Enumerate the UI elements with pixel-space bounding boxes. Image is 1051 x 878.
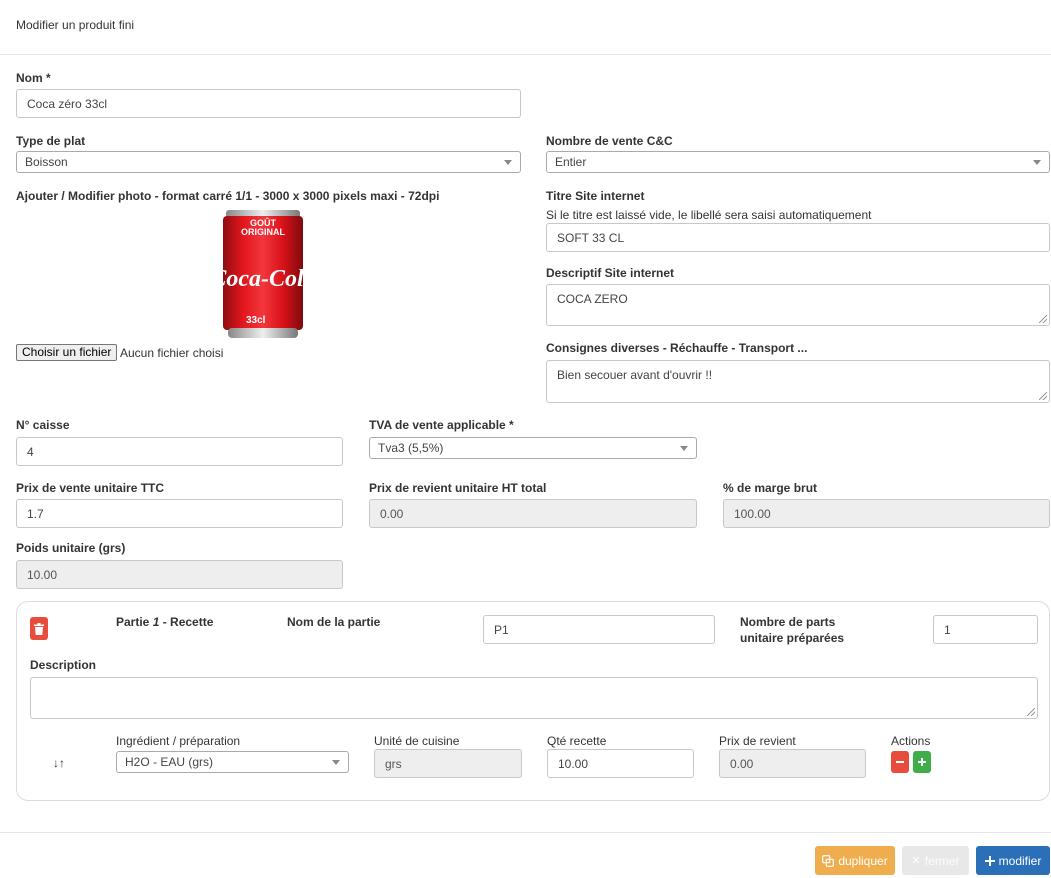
no-file-text: Aucun fichier choisi [120,346,224,360]
tva-label: TVA de vente applicable * [369,418,514,432]
fermer-button[interactable]: ✕ fermer [902,846,969,875]
descriptif-value: COCA ZERO [557,292,628,306]
remove-ingredient-button[interactable] [891,751,909,773]
titre-site-hint: Si le titre est laissé vide, le libellé … [546,208,872,222]
partie-nom-input[interactable]: P1 [483,615,715,644]
type-plat-value: Boisson [25,155,68,169]
titre-site-input[interactable]: SOFT 33 CL [546,223,1050,252]
caisse-input[interactable]: 4 [16,437,343,466]
prix-vente-label: Prix de vente unitaire TTC [16,481,165,495]
ingredient-value: H2O - EAU (grs) [125,755,214,769]
page-header: Modifier un produit fini [0,0,1051,55]
marge-field: 100.00 [723,499,1050,528]
partie-title: Partie 1 - Recette [116,615,214,629]
type-plat-select[interactable]: Boisson [16,151,521,173]
titre-site-label: Titre Site internet [546,189,645,203]
col-prix-label: Prix de revient [719,734,796,748]
product-photo: GOÛT ORIGINAL Coca-Cola 33cl [210,208,316,340]
photo-label: Ajouter / Modifier photo - format carré … [16,189,440,203]
footer-divider [0,832,1051,833]
minus-icon [896,761,904,763]
coca-can-image: GOÛT ORIGINAL Coca-Cola 33cl [210,210,316,338]
prix-revient-field: 0.00 [369,499,697,528]
col-qte-label: Qté recette [547,734,607,748]
resize-grip-icon [1039,315,1047,323]
chevron-down-icon [1033,160,1041,165]
nb-vente-select[interactable]: Entier [546,151,1050,173]
parts-label-1: Nombre de parts [740,615,836,629]
marge-label: % de marge brut [723,481,818,495]
dupliquer-button[interactable]: dupliquer [815,846,895,875]
col-actions-label: Actions [891,734,931,748]
nb-vente-value: Entier [555,155,587,169]
chevron-down-icon [504,160,512,165]
partie-nom-label: Nom de la partie [287,615,381,629]
modifier-label: modifier [998,853,1042,868]
type-plat-label: Type de plat [16,134,86,148]
add-ingredient-button[interactable] [913,751,931,773]
can-brand: Coca-Cola [220,266,306,292]
poids-label: Poids unitaire (grs) [16,541,126,555]
consignes-label: Consignes diverses - Réchauffe - Transpo… [546,341,808,355]
description-textarea[interactable] [30,677,1038,719]
can-text-top2: ORIGINAL [241,227,286,237]
trash-icon [34,622,44,635]
close-icon: ✕ [911,855,921,867]
can-size: 33cl [246,315,266,326]
consignes-value: Bien secouer avant d'ouvrir !! [557,368,713,382]
choose-file-button[interactable]: Choisir un fichier [16,344,118,361]
description-label: Description [30,658,97,672]
modifier-button[interactable]: modifier [976,846,1050,875]
tva-select[interactable]: Tva3 (5,5%) [369,437,697,459]
copy-icon [822,854,835,867]
nb-vente-label: Nombre de vente C&C [546,134,673,148]
parts-label-2: unitaire préparées [740,631,845,645]
qte-input[interactable]: 10.00 [547,749,694,778]
fermer-label: fermer [924,853,960,868]
resize-grip-icon [1039,392,1047,400]
chevron-down-icon [680,446,688,451]
poids-field: 10.00 [16,560,343,589]
nom-label: Nom * [16,71,51,85]
parts-input[interactable]: 1 [933,615,1038,644]
consignes-textarea[interactable]: Bien secouer avant d'ouvrir !! [546,360,1050,403]
delete-partie-button[interactable] [30,617,48,640]
tva-value: Tva3 (5,5%) [378,441,444,455]
prix-field: 0.00 [719,749,866,778]
page-title: Modifier un produit fini [16,18,135,32]
chevron-down-icon [332,760,340,765]
col-unite-label: Unité de cuisine [374,734,460,748]
caisse-label: N° caisse [16,418,70,432]
descriptif-label: Descriptif Site internet [546,266,675,280]
prix-revient-label: Prix de revient unitaire HT total [369,481,547,495]
unite-field: grs [374,749,522,778]
plus-icon [984,855,995,866]
resize-grip-icon [1027,708,1035,716]
prix-vente-input[interactable]: 1.7 [16,499,343,528]
descriptif-textarea[interactable]: COCA ZERO [546,284,1050,326]
ingredient-select[interactable]: H2O - EAU (grs) [116,751,349,773]
dupliquer-label: dupliquer [838,853,888,868]
plus-icon [918,758,926,766]
nom-input[interactable]: Coca zéro 33cl [16,89,521,118]
partie-card: Partie 1 - Recette Nom de la partie P1 N… [16,601,1050,801]
col-ingredient-label: Ingrédient / préparation [116,734,241,748]
sort-icon[interactable]: ↓↑ [53,756,65,770]
